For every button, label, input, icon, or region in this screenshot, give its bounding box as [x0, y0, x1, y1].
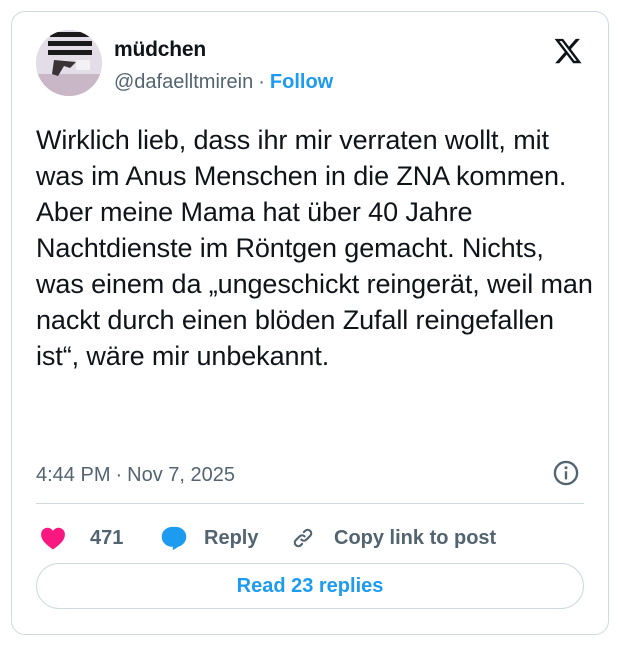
separator-dot: · [258, 71, 265, 93]
x-logo-icon[interactable] [552, 36, 584, 66]
author-display-name[interactable]: müdchen [114, 38, 206, 62]
read-replies-button[interactable]: Read 23 replies [36, 563, 584, 609]
tweet-time: 4:44 PM [36, 464, 111, 486]
avatar[interactable] [36, 30, 102, 96]
tweet-timestamp[interactable]: 4:44 PM · Nov 7, 2025 [36, 464, 235, 487]
heart-icon [41, 527, 65, 550]
link-icon [293, 528, 313, 548]
separator-dot: · [115, 464, 123, 486]
author-handle[interactable]: @dafaelltmirein [114, 71, 253, 93]
action-bar: 471 Reply Copy link to post [36, 518, 596, 558]
follow-button[interactable]: Follow [270, 71, 333, 93]
reply-button[interactable]: Reply [160, 518, 258, 558]
tweet-card: müdchen @dafaelltmirein · Follow Wirklich … [11, 11, 609, 635]
avatar-image [36, 30, 102, 96]
tweet-text: Wirklich lieb, dass ihr mir verraten wol… [36, 125, 593, 371]
divider [36, 503, 584, 504]
reply-label: Reply [204, 526, 259, 549]
like-button[interactable]: 471 [40, 518, 123, 558]
author-handle-row: @dafaelltmirein · Follow [114, 71, 333, 94]
tweet-date: Nov 7, 2025 [127, 464, 236, 486]
copy-link-label: Copy link to post [334, 526, 497, 549]
speech-bubble-icon [161, 526, 187, 551]
copy-link-button[interactable]: Copy link to post [290, 518, 496, 558]
like-count: 471 [90, 526, 124, 549]
info-icon[interactable] [552, 459, 580, 487]
